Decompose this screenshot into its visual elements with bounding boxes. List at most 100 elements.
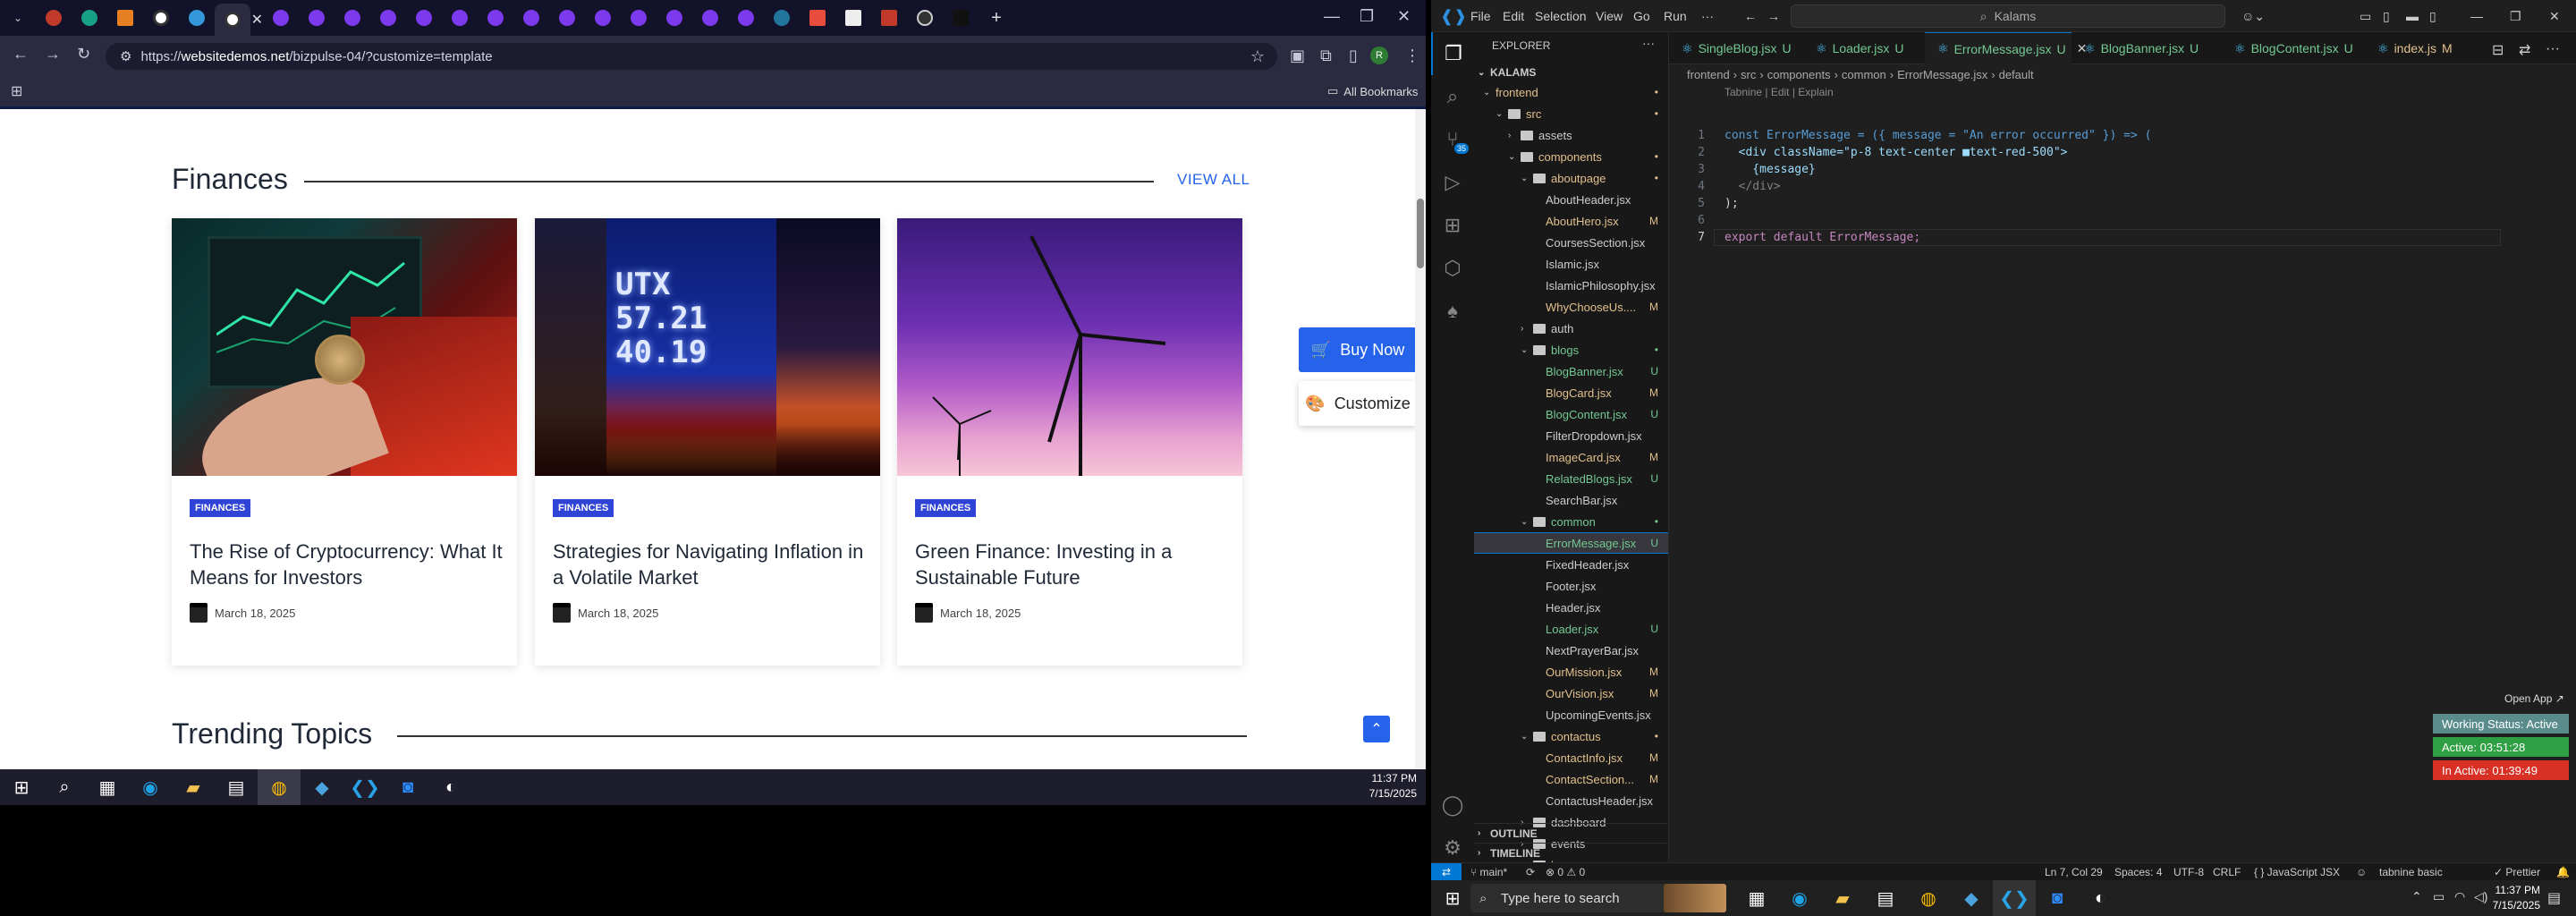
indentation[interactable]: Spaces: 4: [2114, 866, 2162, 878]
zoom-icon[interactable]: ◙: [2036, 880, 2079, 916]
tree-item[interactable]: Loader.jsx U: [1474, 619, 1668, 639]
task-view-icon[interactable]: ▦: [1735, 880, 1778, 916]
forward-icon[interactable]: →: [45, 45, 61, 64]
toggle-panel-icon[interactable]: ▬: [2406, 9, 2419, 23]
edge-icon[interactable]: ◉: [129, 769, 172, 805]
tree-item[interactable]: ⌄ components •: [1474, 147, 1668, 166]
tree-item[interactable]: ⌄ frontend •: [1474, 82, 1668, 102]
tree-item[interactable]: SearchBar.jsx: [1474, 490, 1668, 510]
tree-item[interactable]: BlogContent.jsx U: [1474, 404, 1668, 424]
tree-item[interactable]: ⌄ common •: [1474, 512, 1668, 531]
browser-tab[interactable]: [299, 4, 335, 32]
buy-now-button[interactable]: 🛒 Buy Now: [1299, 327, 1417, 372]
taskbar-clock[interactable]: 11:37 PM 7/15/2025: [1369, 771, 1417, 802]
tree-item[interactable]: ContactusHeader.jsx: [1474, 791, 1668, 810]
tree-item[interactable]: UpcomingEvents.jsx: [1474, 705, 1668, 725]
tree-item[interactable]: OurVision.jsx M: [1474, 683, 1668, 703]
category-badge[interactable]: FINANCES: [190, 499, 251, 517]
tree-item[interactable]: › assets: [1474, 125, 1668, 145]
menu-more[interactable]: ···: [1701, 9, 1714, 23]
tree-item[interactable]: NextPrayerBar.jsx: [1474, 640, 1668, 660]
breadcrumb-item[interactable]: ErrorMessage.jsx: [1897, 68, 1987, 81]
codelens-hint[interactable]: Tabnine | Edit | Explain: [1724, 86, 1834, 98]
browser-tab[interactable]: [585, 4, 621, 32]
tree-item[interactable]: ⌄ src •: [1474, 104, 1668, 123]
copilot-status-icon[interactable]: ☺: [2356, 866, 2367, 878]
editor-tab[interactable]: ⚛ index.js M: [2365, 32, 2472, 64]
sidebar-icon[interactable]: ▯: [1349, 47, 1358, 65]
edge-icon[interactable]: ◉: [1778, 880, 1821, 916]
code-line[interactable]: 3 {message}: [1669, 161, 2576, 178]
chrome-icon[interactable]: ◍: [258, 769, 301, 805]
page-scrollbar[interactable]: [1415, 109, 1426, 769]
maximize-icon[interactable]: ❐: [1360, 7, 1374, 26]
app-icon[interactable]: ◆: [301, 769, 343, 805]
breadcrumb-item[interactable]: default: [1999, 68, 2034, 81]
code-line[interactable]: 7 export default ErrorMessage;: [1669, 229, 2576, 246]
tree-item[interactable]: RelatedBlogs.jsx U: [1474, 469, 1668, 488]
editor-tab[interactable]: ⚛ Loader.jsx U: [1803, 32, 1925, 64]
tree-item[interactable]: AboutHero.jsx M: [1474, 211, 1668, 231]
tree-item[interactable]: AboutHeader.jsx: [1474, 190, 1668, 209]
menu-run[interactable]: Run: [1664, 9, 1687, 23]
code-line[interactable]: 4 </div>: [1669, 178, 2576, 195]
close-window-icon[interactable]: ✕: [2549, 9, 2560, 24]
tree-item[interactable]: ContactInfo.jsx M: [1474, 748, 1668, 768]
source-control-icon[interactable]: ⑂ 35: [1431, 118, 1474, 161]
prettier-status[interactable]: ✓ Prettier: [2494, 866, 2540, 878]
card-title[interactable]: Green Finance: Investing in a Sustainabl…: [915, 539, 1228, 590]
tabnine-status[interactable]: tabnine basic: [2379, 866, 2443, 878]
bookmark-star-icon[interactable]: ☆: [1250, 47, 1265, 66]
git-branch[interactable]: ⑂ main*: [1470, 866, 1507, 878]
search-icon[interactable]: ⌕: [1431, 75, 1474, 118]
tree-item[interactable]: ErrorMessage.jsx U: [1474, 532, 1668, 554]
profile-avatar[interactable]: R: [1370, 47, 1388, 64]
editor-tab[interactable]: ⚛ ErrorMessage.jsx U ✕: [1925, 32, 2087, 64]
blog-card[interactable]: FINANCES The Rise of Cryptocurrency: Wha…: [172, 218, 517, 666]
toggle-secondary-sidebar-icon[interactable]: ▯: [2429, 9, 2436, 24]
browser-tab[interactable]: [549, 4, 585, 32]
card-title[interactable]: The Rise of Cryptocurrency: What It Mean…: [190, 539, 503, 590]
all-bookmarks-button[interactable]: ▭ All Bookmarks: [1327, 84, 1418, 98]
tree-item[interactable]: WhyChooseUs.... M: [1474, 297, 1668, 317]
scrollbar-thumb[interactable]: [1417, 199, 1424, 268]
language-mode[interactable]: { } JavaScript JSX: [2254, 866, 2340, 878]
browser-tab[interactable]: [406, 4, 442, 32]
app-icon[interactable]: ◐: [429, 769, 472, 805]
tab-list-button[interactable]: ⌄: [0, 4, 36, 32]
split-editor-icon[interactable]: ⊟: [2492, 41, 2504, 59]
windows-start-icon[interactable]: ⊞: [0, 769, 43, 805]
extensions-puzzle-icon[interactable]: ⧉: [1320, 47, 1332, 65]
volume-icon[interactable]: ◁): [2474, 889, 2487, 904]
tree-item[interactable]: ImageCard.jsx M: [1474, 447, 1668, 467]
close-window-icon[interactable]: ✕: [1397, 7, 1411, 26]
maximize-icon[interactable]: ❐: [2510, 9, 2521, 24]
code-line[interactable]: 1 const ErrorMessage = ({ message = "An e…: [1669, 127, 2576, 144]
menu-go[interactable]: Go: [1633, 9, 1650, 23]
blog-card[interactable]: UTX 57.21 40.19 FINANCES Strategies for …: [535, 218, 880, 666]
problems-count[interactable]: ⊗ 0 ⚠ 0: [1546, 866, 1585, 878]
encoding[interactable]: UTF-8: [2174, 866, 2204, 878]
browser-tab[interactable]: [871, 4, 907, 32]
vscode-icon[interactable]: ❮❯: [343, 769, 386, 805]
tree-item[interactable]: OurMission.jsx M: [1474, 662, 1668, 682]
browser-tab[interactable]: [657, 4, 692, 32]
breadcrumb-item[interactable]: components: [1767, 68, 1831, 81]
scroll-to-top-button[interactable]: ⌃: [1363, 716, 1390, 742]
apps-grid-icon[interactable]: ⊞: [11, 82, 22, 100]
remote-icon[interactable]: ⬡: [1431, 247, 1474, 290]
browser-tab[interactable]: [764, 4, 800, 32]
run-debug-icon[interactable]: ▷: [1431, 161, 1474, 204]
tree-item[interactable]: CoursesSection.jsx: [1474, 233, 1668, 252]
tree-item[interactable]: Islamic.jsx: [1474, 254, 1668, 274]
browser-tab[interactable]: [370, 4, 406, 32]
browser-tab[interactable]: [835, 4, 871, 32]
browser-tab[interactable]: [728, 4, 764, 32]
menu-file[interactable]: File: [1470, 9, 1491, 23]
browser-tab[interactable]: [36, 4, 72, 32]
browser-tab[interactable]: [478, 4, 513, 32]
tray-chevron-icon[interactable]: ⌃: [2411, 889, 2422, 904]
tree-item[interactable]: ContactSection... M: [1474, 769, 1668, 789]
tree-item[interactable]: Footer.jsx: [1474, 576, 1668, 596]
browser-tab[interactable]: [692, 4, 728, 32]
